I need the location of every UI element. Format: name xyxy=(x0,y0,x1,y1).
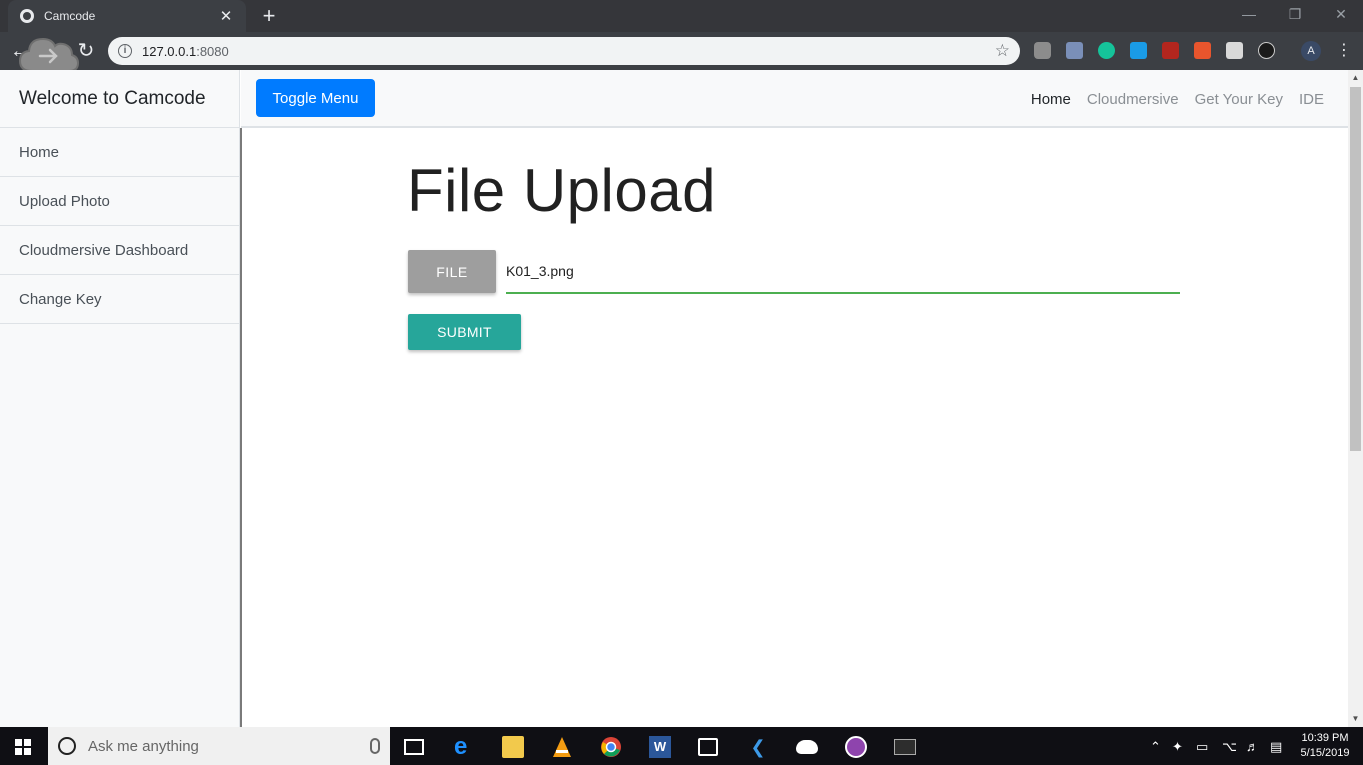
chrome-icon[interactable] xyxy=(600,736,622,758)
battery-icon[interactable]: ▭ xyxy=(1196,739,1208,755)
notification-icon[interactable]: ▤ xyxy=(1270,739,1282,755)
volume-icon[interactable]: ♬ xyxy=(1246,739,1259,754)
sidebar-item-cloudmersive-dashboard[interactable]: Cloudmersive Dashboard xyxy=(0,226,239,275)
vscode-icon[interactable]: ❮ xyxy=(747,736,769,758)
puzzle-extension-icon[interactable] xyxy=(1066,42,1083,59)
nav-link-ide[interactable]: IDE xyxy=(1299,91,1324,108)
taskbar: Ask me anything e W ❮ ⌃ ✦ ▭ ⌥ ♬ ▤ 10:39 … xyxy=(0,727,1363,765)
profile-avatar[interactable]: A xyxy=(1301,41,1321,61)
minimize-icon[interactable]: — xyxy=(1226,0,1272,30)
pdf-extension-icon[interactable] xyxy=(1162,42,1179,59)
sidebar-heading: Welcome to Camcode xyxy=(0,70,239,128)
nav-links: Home Cloudmersive Get Your Key IDE xyxy=(1015,70,1324,128)
file-button[interactable]: FILE xyxy=(408,250,496,293)
url-host: 127.0.0.1 xyxy=(142,43,197,59)
page-title: File Upload xyxy=(407,157,716,224)
file-explorer-icon[interactable] xyxy=(502,736,524,758)
edge-icon[interactable]: e xyxy=(454,735,476,759)
browser-tab[interactable]: Camcode ✕ xyxy=(8,0,246,32)
windows-start-icon[interactable] xyxy=(15,739,31,755)
restore-icon[interactable]: ❐ xyxy=(1272,0,1318,30)
window-close-icon[interactable]: ✕ xyxy=(1318,0,1363,30)
piano-extension-icon[interactable] xyxy=(1226,42,1243,59)
file-path-input[interactable]: K01_3.png xyxy=(506,258,1180,294)
word-icon[interactable]: W xyxy=(649,736,671,758)
info-icon[interactable]: i xyxy=(118,44,132,58)
sidebar-item-change-key[interactable]: Change Key xyxy=(0,275,239,324)
sidebar: Welcome to Camcode Home Upload Photo Clo… xyxy=(0,70,240,727)
url-port: :8080 xyxy=(196,43,229,59)
taskbar-search-placeholder: Ask me anything xyxy=(88,737,199,755)
bookmark-star-icon[interactable]: ☆ xyxy=(995,41,1010,61)
screenshot-extension-icon[interactable] xyxy=(1130,42,1147,59)
dropbox-icon[interactable]: ✦ xyxy=(1172,739,1183,755)
task-view-icon[interactable] xyxy=(404,739,424,755)
scroll-thumb[interactable] xyxy=(1350,87,1361,451)
top-navbar: Toggle Menu Home Cloudmersive Get Your K… xyxy=(241,70,1348,128)
vlc-icon[interactable] xyxy=(551,736,573,758)
tray-chevron-icon[interactable]: ⌃ xyxy=(1150,739,1161,755)
onedrive-icon[interactable] xyxy=(796,740,818,754)
browser-titlebar: Camcode ✕ + — ❐ ✕ xyxy=(0,0,1363,32)
system-clock[interactable]: 10:39 PM 5/15/2019 xyxy=(1294,731,1356,761)
submit-button[interactable]: SUBMIT xyxy=(408,314,521,350)
sidebar-item-upload-photo[interactable]: Upload Photo xyxy=(0,177,239,226)
nav-link-get-your-key[interactable]: Get Your Key xyxy=(1195,91,1283,108)
taskbar-search[interactable]: Ask me anything xyxy=(48,727,390,765)
chrome-menu-icon[interactable]: ⋮ xyxy=(1336,40,1352,60)
grammarly-extension-icon[interactable] xyxy=(1098,42,1115,59)
camera-extension-icon[interactable] xyxy=(1034,42,1051,59)
scroll-up-icon[interactable]: ▲ xyxy=(1348,70,1363,86)
globe-icon xyxy=(20,9,34,23)
web-page: Welcome to Camcode Home Upload Photo Clo… xyxy=(0,70,1363,727)
clock-time: 10:39 PM xyxy=(1301,732,1349,744)
wifi-icon[interactable]: ⌥ xyxy=(1222,739,1237,755)
cortana-icon xyxy=(58,737,76,755)
nav-link-home[interactable]: Home xyxy=(1031,91,1071,108)
cloud-extension-icon[interactable] xyxy=(1258,42,1275,59)
close-tab-icon[interactable]: ✕ xyxy=(218,7,234,25)
office-extension-icon[interactable] xyxy=(1194,42,1211,59)
url-text[interactable]: 127.0.0.1:8080 xyxy=(142,44,995,59)
cloud-icon[interactable] xyxy=(16,31,80,75)
sidebar-item-home[interactable]: Home xyxy=(0,128,239,177)
toggle-menu-button[interactable]: Toggle Menu xyxy=(256,79,375,117)
clock-date: 5/15/2019 xyxy=(1300,747,1350,759)
nav-link-cloudmersive[interactable]: Cloudmersive xyxy=(1087,91,1179,108)
microphone-icon[interactable] xyxy=(370,738,380,754)
page-scrollbar[interactable]: ▲ ▼ xyxy=(1348,70,1363,727)
scroll-down-icon[interactable]: ▼ xyxy=(1348,711,1363,727)
terminal-icon[interactable] xyxy=(894,739,916,755)
store-icon[interactable] xyxy=(698,738,718,756)
tab-title: Camcode xyxy=(44,9,96,23)
address-bar[interactable]: i 127.0.0.1:8080 ☆ xyxy=(108,37,1020,65)
new-tab-button[interactable]: + xyxy=(258,3,280,29)
github-desktop-icon[interactable] xyxy=(845,736,867,758)
